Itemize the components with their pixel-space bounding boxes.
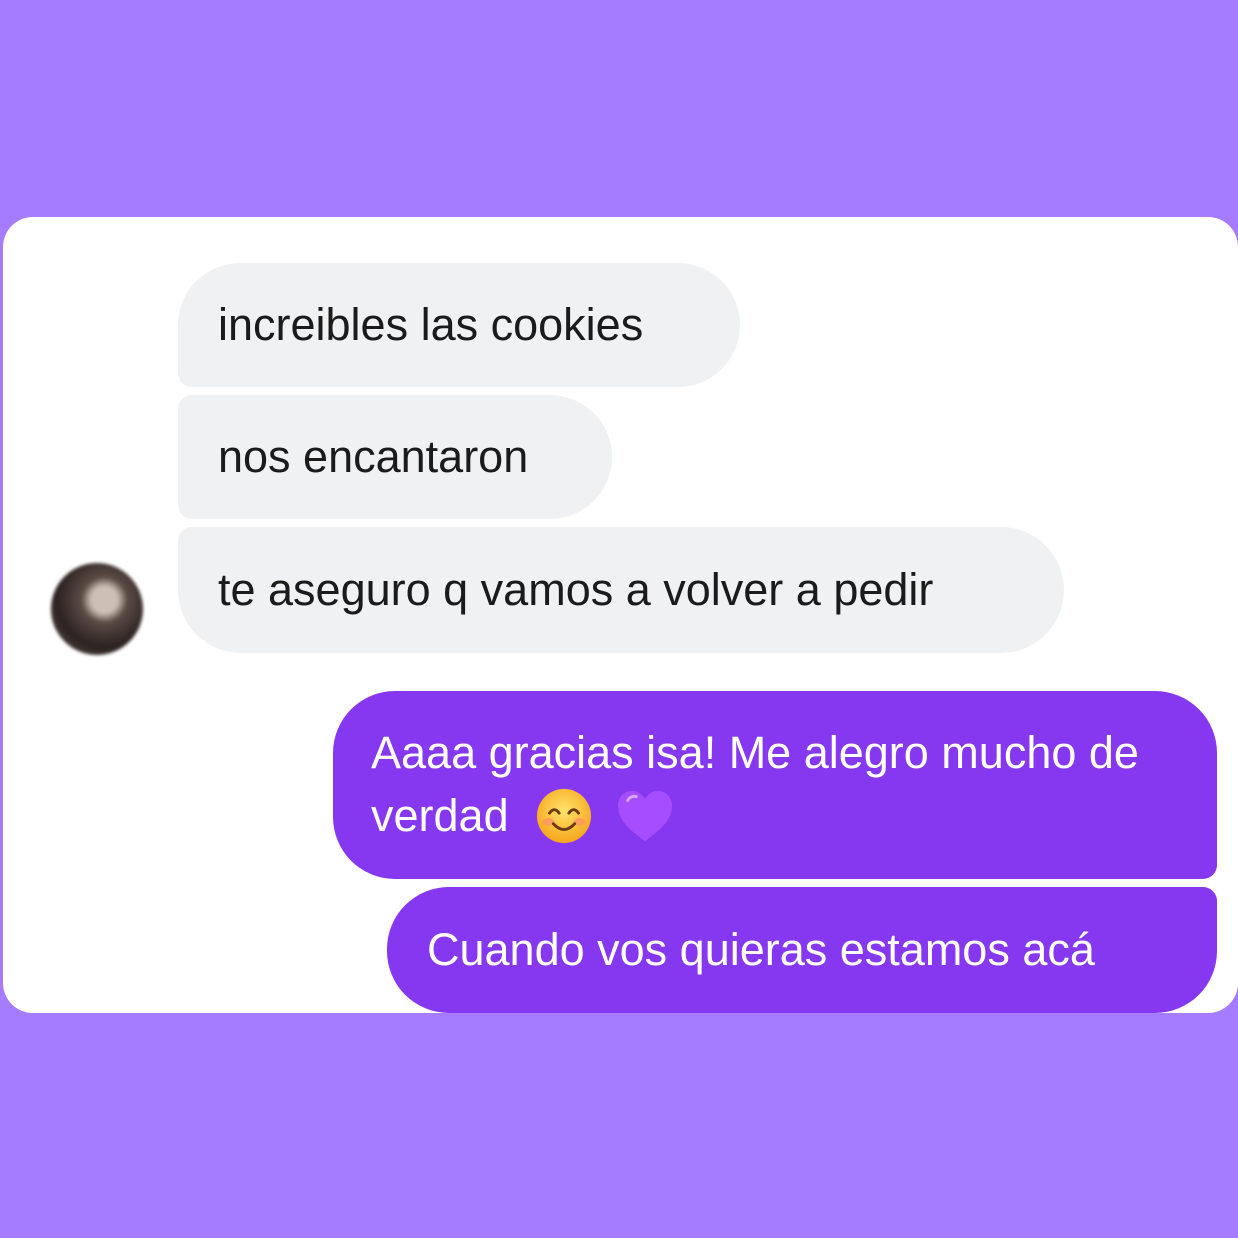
outgoing-message-1[interactable]: Aaaa gracias isa! Me alegro mucho de ver… — [333, 691, 1217, 879]
outgoing-message-2[interactable]: Cuando vos quieras estamos acá — [387, 887, 1217, 1013]
message-text: te aseguro q vamos a volver a pedir — [218, 564, 934, 615]
purple-heart-icon — [617, 790, 672, 841]
incoming-message-1[interactable]: increibles las cookies — [178, 263, 740, 387]
message-text: increibles las cookies — [218, 299, 644, 350]
message-text: Aaaa gracias isa! Me alegro mucho de ver… — [371, 727, 1139, 842]
sender-avatar[interactable] — [51, 563, 143, 655]
message-text: nos encantaron — [218, 431, 529, 482]
smiling-face-icon — [537, 788, 592, 843]
message-text: Cuando vos quieras estamos acá — [427, 924, 1095, 975]
chat-card: increibles las cookies nos encantaron te… — [3, 217, 1238, 1013]
incoming-message-3[interactable]: te aseguro q vamos a volver a pedir — [178, 527, 1064, 653]
incoming-message-2[interactable]: nos encantaron — [178, 395, 612, 519]
